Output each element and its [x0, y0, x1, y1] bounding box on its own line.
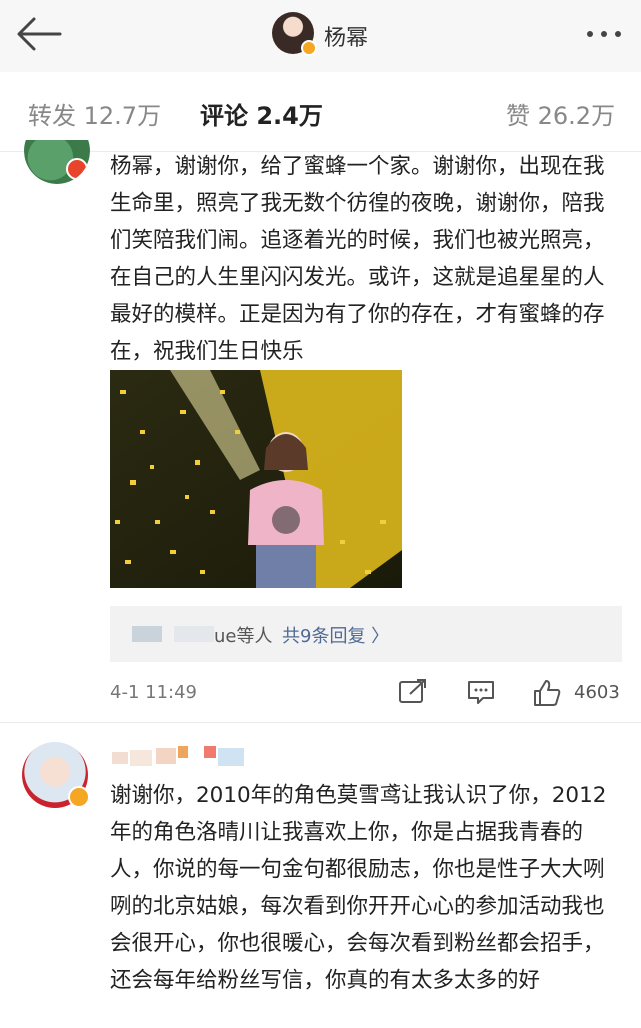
comment-divider [0, 722, 641, 723]
tab-repost[interactable]: 转发 12.7万 [28, 96, 161, 131]
tab-like[interactable]: 赞 26.2万 [506, 96, 615, 131]
blurred-username[interactable] [112, 744, 260, 772]
comment-text: 杨幂，谢谢你，给了蜜蜂一个家。谢谢你，出现在我生命里，照亮了我无数个彷徨的夜晚，… [110, 154, 605, 364]
comment-text: 谢谢你，2010年的角色莫雪鸢让我认识了你，2012年的角色洛晴川让我喜欢上你，… [110, 783, 607, 993]
commenter-avatar[interactable] [24, 140, 90, 184]
blurred-username [132, 626, 162, 642]
verified-badge-icon [68, 786, 90, 808]
more-button[interactable] [580, 14, 628, 54]
photo-image [110, 370, 402, 588]
blurred-name-image [112, 746, 244, 766]
comment-button[interactable] [466, 678, 496, 710]
reply-count-link[interactable]: 共9条回复 〉 [282, 622, 389, 648]
back-arrow-icon [17, 17, 62, 51]
comment-photo[interactable] [110, 370, 402, 588]
back-button[interactable] [14, 14, 64, 54]
repost-icon [399, 679, 426, 703]
repost-button[interactable] [398, 678, 428, 710]
verified-badge-icon [66, 158, 88, 180]
tab-comment[interactable]: 评论 2.4万 [200, 96, 323, 131]
reply-preview[interactable]: ue等人 共9条回复 〉 [110, 606, 622, 662]
avatar[interactable] [272, 12, 317, 56]
more-icon [587, 31, 621, 37]
like-button[interactable] [532, 678, 562, 712]
blurred-username [174, 626, 214, 642]
header-user-name[interactable]: 杨幂 [324, 20, 368, 52]
thumbs-up-icon [534, 680, 561, 706]
reply-preview-text: ue等人 [214, 626, 273, 647]
verified-badge-icon [301, 40, 317, 56]
tab-bar: 转发 12.7万 评论 2.4万 赞 26.2万 [0, 72, 641, 152]
comment-icon [468, 681, 494, 704]
top-bar: 杨幂 [0, 0, 641, 72]
commenter-avatar[interactable] [22, 742, 90, 808]
comment-timestamp: 4-1 11:49 [110, 682, 197, 703]
like-count: 4603 [574, 682, 620, 703]
